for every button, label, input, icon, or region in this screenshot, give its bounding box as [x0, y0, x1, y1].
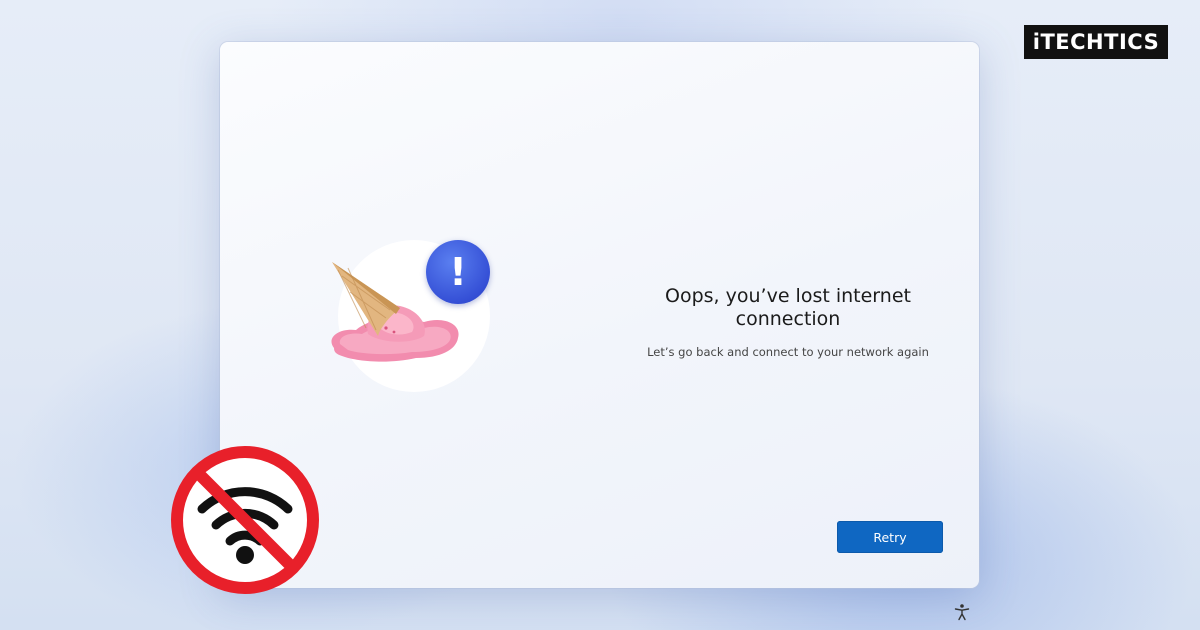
brand-logo-text: iTECHTICS — [1032, 30, 1160, 54]
accessibility-icon[interactable] — [953, 603, 971, 621]
alert-badge: ! — [426, 240, 490, 304]
page-title: Oops, you’ve lost internet connection — [665, 285, 911, 330]
no-wifi-icon — [171, 446, 319, 594]
brand-logo: iTECHTICS — [1024, 25, 1168, 59]
page-subtitle: Let’s go back and connect to your networ… — [647, 345, 929, 359]
exclamation-icon: ! — [449, 250, 467, 294]
retry-button[interactable]: Retry — [837, 521, 943, 553]
